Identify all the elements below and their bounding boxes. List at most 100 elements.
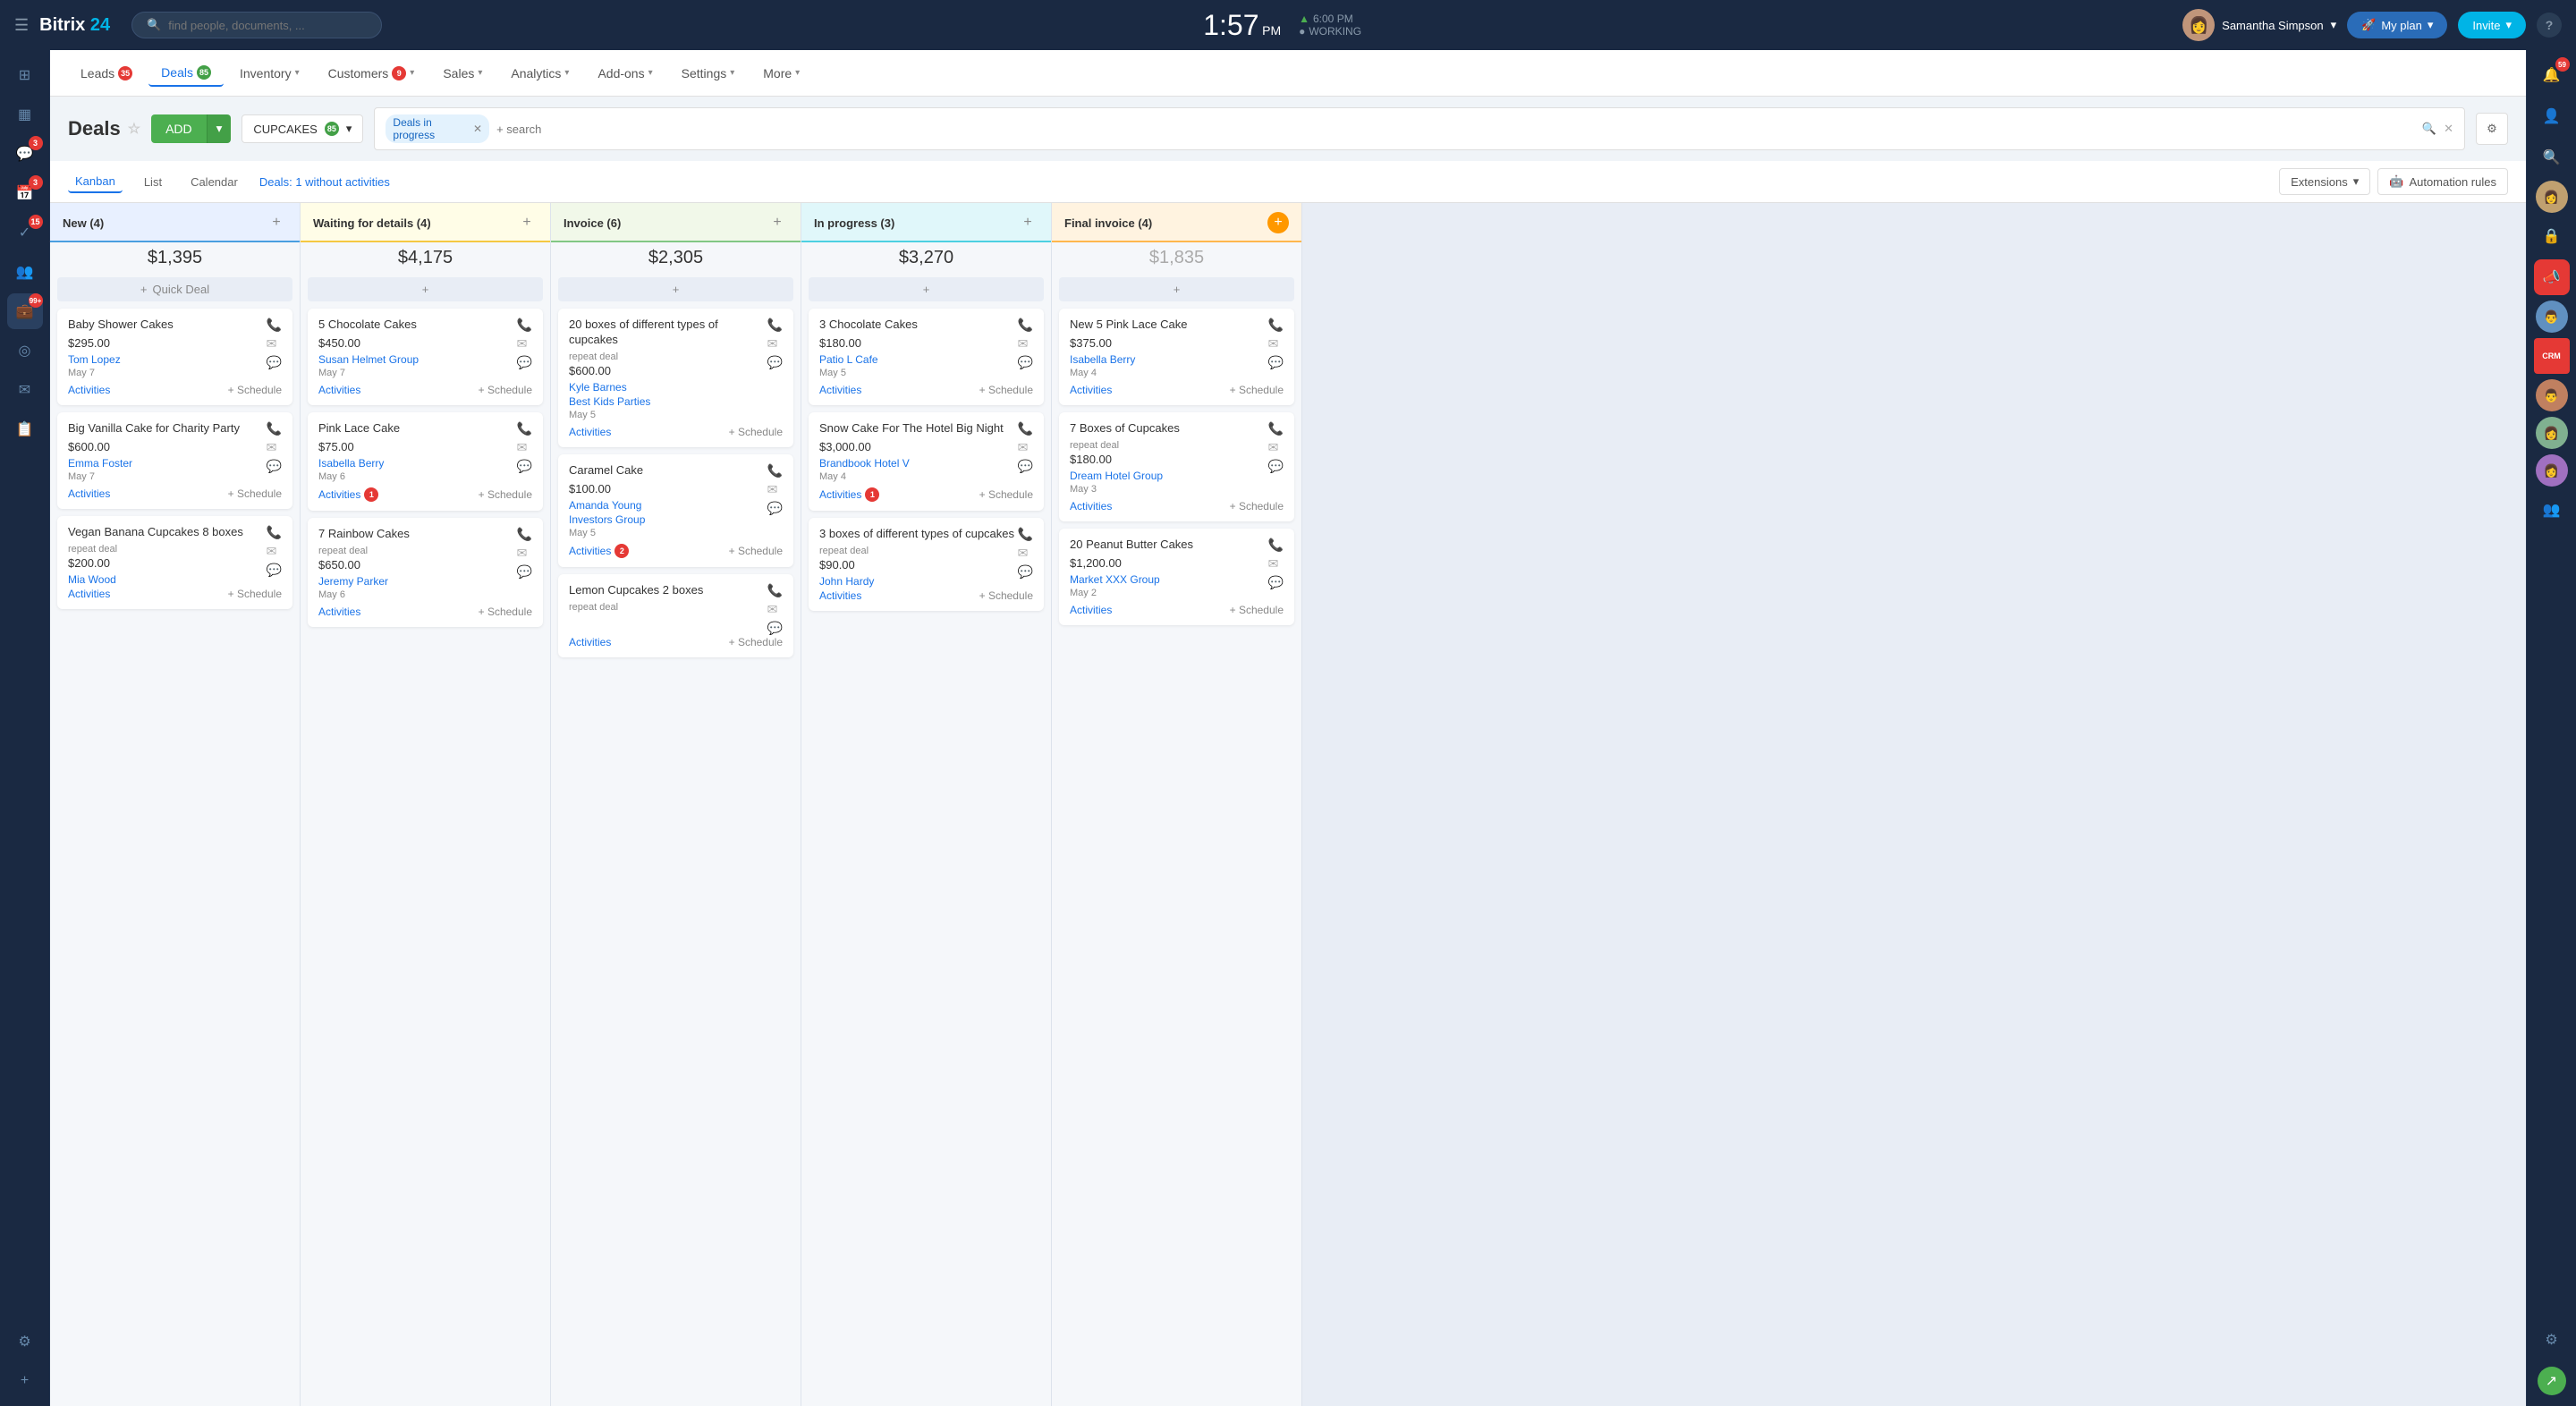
schedule-link[interactable]: + Schedule: [479, 606, 532, 618]
search-filter-input[interactable]: [496, 123, 2415, 136]
sidebar-tasks-icon[interactable]: ✓ 15: [7, 215, 43, 250]
right-crm-icon[interactable]: CRM: [2534, 338, 2570, 374]
card-3-chocolate-cakes[interactable]: 3 Chocolate Cakes $180.00 Patio L Cafe M…: [809, 309, 1044, 405]
tab-leads[interactable]: Leads 35: [68, 61, 145, 86]
card-7-rainbow-cakes[interactable]: 7 Rainbow Cakes repeat deal $650.00 Jere…: [308, 518, 543, 627]
view-list[interactable]: List: [137, 172, 169, 192]
comment-icon[interactable]: 💬: [1268, 575, 1284, 590]
activities-link[interactable]: Activities: [1070, 384, 1112, 396]
comment-icon[interactable]: 💬: [517, 459, 532, 474]
sidebar-mail-icon[interactable]: ✉: [7, 372, 43, 408]
schedule-link[interactable]: + Schedule: [729, 636, 783, 648]
schedule-link[interactable]: + Schedule: [979, 589, 1033, 602]
activities-link[interactable]: Activities 1: [819, 487, 879, 502]
email-icon[interactable]: ✉: [267, 440, 282, 455]
schedule-link[interactable]: + Schedule: [228, 384, 282, 396]
email-icon[interactable]: ✉: [1018, 336, 1033, 352]
phone-icon[interactable]: 📞: [517, 421, 532, 436]
phone-icon[interactable]: 📞: [1018, 527, 1033, 542]
activities-link[interactable]: Activities 2: [569, 544, 629, 558]
phone-icon[interactable]: 📞: [767, 318, 783, 333]
sidebar-deals-icon[interactable]: 💼 99+: [7, 293, 43, 329]
email-icon[interactable]: ✉: [517, 336, 532, 352]
activities-link[interactable]: Activities: [68, 384, 110, 396]
add-invoice-icon[interactable]: +: [767, 212, 788, 233]
phone-icon[interactable]: 📞: [767, 583, 783, 598]
search-bar[interactable]: 🔍: [131, 12, 382, 38]
phone-icon[interactable]: 📞: [267, 318, 282, 333]
view-calendar[interactable]: Calendar: [183, 172, 245, 192]
activities-link[interactable]: Activities: [318, 384, 360, 396]
comment-icon[interactable]: 💬: [1018, 564, 1033, 580]
sidebar-feed-icon[interactable]: 📋: [7, 411, 43, 447]
tab-more[interactable]: More ▾: [750, 61, 812, 86]
activities-link[interactable]: Activities: [318, 606, 360, 618]
activities-link[interactable]: Activities: [1070, 500, 1112, 512]
add-waiting-icon[interactable]: +: [516, 212, 538, 233]
right-lock-icon[interactable]: 🔒: [2534, 218, 2570, 254]
phone-icon[interactable]: 📞: [767, 463, 783, 479]
email-icon[interactable]: ✉: [1018, 440, 1033, 455]
sidebar-plus-icon[interactable]: +: [7, 1363, 43, 1399]
comment-icon[interactable]: 💬: [1018, 355, 1033, 370]
notification-bell-icon[interactable]: 🔔 59: [2534, 57, 2570, 93]
filter-close-icon[interactable]: ✕: [473, 123, 482, 135]
add-dropdown-button[interactable]: ▾: [207, 114, 232, 143]
extensions-button[interactable]: Extensions ▾: [2279, 168, 2370, 195]
menu-button[interactable]: ☰: [14, 16, 29, 35]
comment-icon[interactable]: 💬: [767, 355, 783, 370]
filter-clear-icon[interactable]: ✕: [2444, 122, 2453, 136]
schedule-link[interactable]: + Schedule: [1230, 500, 1284, 512]
phone-icon[interactable]: 📞: [1018, 421, 1033, 436]
email-icon[interactable]: ✉: [767, 602, 783, 617]
sidebar-chat-icon[interactable]: 💬 3: [7, 136, 43, 172]
sidebar-calendar-icon[interactable]: 📅 3: [7, 175, 43, 211]
right-settings-icon[interactable]: ⚙: [2534, 1322, 2570, 1358]
phone-icon[interactable]: 📞: [1268, 538, 1284, 553]
schedule-link[interactable]: + Schedule: [979, 488, 1033, 501]
email-icon[interactable]: ✉: [267, 544, 282, 559]
add-inprogress-btn[interactable]: +: [809, 277, 1044, 301]
schedule-link[interactable]: + Schedule: [1230, 384, 1284, 396]
user-info[interactable]: 👩 Samantha Simpson ▾: [2182, 9, 2336, 41]
add-finalinvoice-btn[interactable]: +: [1059, 277, 1294, 301]
card-lemon-cupcakes[interactable]: Lemon Cupcakes 2 boxes repeat deal 📞 ✉ 💬…: [558, 574, 793, 657]
phone-icon[interactable]: 📞: [1018, 318, 1033, 333]
right-megaphone-icon[interactable]: 📣: [2534, 259, 2570, 295]
card-5-chocolate-cakes[interactable]: 5 Chocolate Cakes $450.00 Susan Helmet G…: [308, 309, 543, 405]
sidebar-grid-icon[interactable]: ⊞: [7, 57, 43, 93]
schedule-link[interactable]: + Schedule: [228, 487, 282, 500]
add-invoice-btn[interactable]: +: [558, 277, 793, 301]
email-icon[interactable]: ✉: [517, 440, 532, 455]
card-big-vanilla-cake[interactable]: Big Vanilla Cake for Charity Party $600.…: [57, 412, 292, 509]
cupcakes-filter[interactable]: CUPCAKES 85 ▾: [242, 114, 363, 143]
right-avatar-4[interactable]: 👩: [2536, 417, 2568, 449]
schedule-link[interactable]: + Schedule: [729, 426, 783, 438]
email-icon[interactable]: ✉: [1268, 440, 1284, 455]
view-kanban[interactable]: Kanban: [68, 171, 123, 193]
activities-link[interactable]: Activities: [1070, 604, 1112, 616]
activities-link[interactable]: Activities: [569, 636, 611, 648]
right-avatar-3[interactable]: 👨: [2536, 379, 2568, 411]
card-vegan-banana[interactable]: Vegan Banana Cupcakes 8 boxes repeat dea…: [57, 516, 292, 609]
right-avatar-2[interactable]: 👨: [2536, 301, 2568, 333]
tab-deals[interactable]: Deals 85: [148, 60, 224, 87]
phone-icon[interactable]: 📞: [267, 421, 282, 436]
phone-icon[interactable]: 📞: [517, 318, 532, 333]
add-inprogress-icon[interactable]: +: [1017, 212, 1038, 233]
card-7-boxes-cupcakes[interactable]: 7 Boxes of Cupcakes repeat deal $180.00 …: [1059, 412, 1294, 521]
comment-icon[interactable]: 💬: [267, 355, 282, 370]
phone-icon[interactable]: 📞: [1268, 421, 1284, 436]
card-3-boxes-cupcakes[interactable]: 3 boxes of different types of cupcakes r…: [809, 518, 1044, 611]
comment-icon[interactable]: 💬: [517, 564, 532, 580]
search-filter-bar[interactable]: Deals in progress ✕ 🔍 ✕: [374, 107, 2465, 150]
sidebar-target-icon[interactable]: ◎: [7, 333, 43, 368]
quick-deal-btn[interactable]: + Quick Deal: [57, 277, 292, 301]
schedule-link[interactable]: + Schedule: [479, 384, 532, 396]
search-input[interactable]: [168, 19, 367, 32]
phone-icon[interactable]: 📞: [517, 527, 532, 542]
email-icon[interactable]: ✉: [1268, 556, 1284, 572]
tab-addons[interactable]: Add-ons ▾: [585, 61, 665, 86]
sidebar-contacts-icon[interactable]: 👥: [7, 254, 43, 290]
activities-link[interactable]: Activities 1: [318, 487, 378, 502]
